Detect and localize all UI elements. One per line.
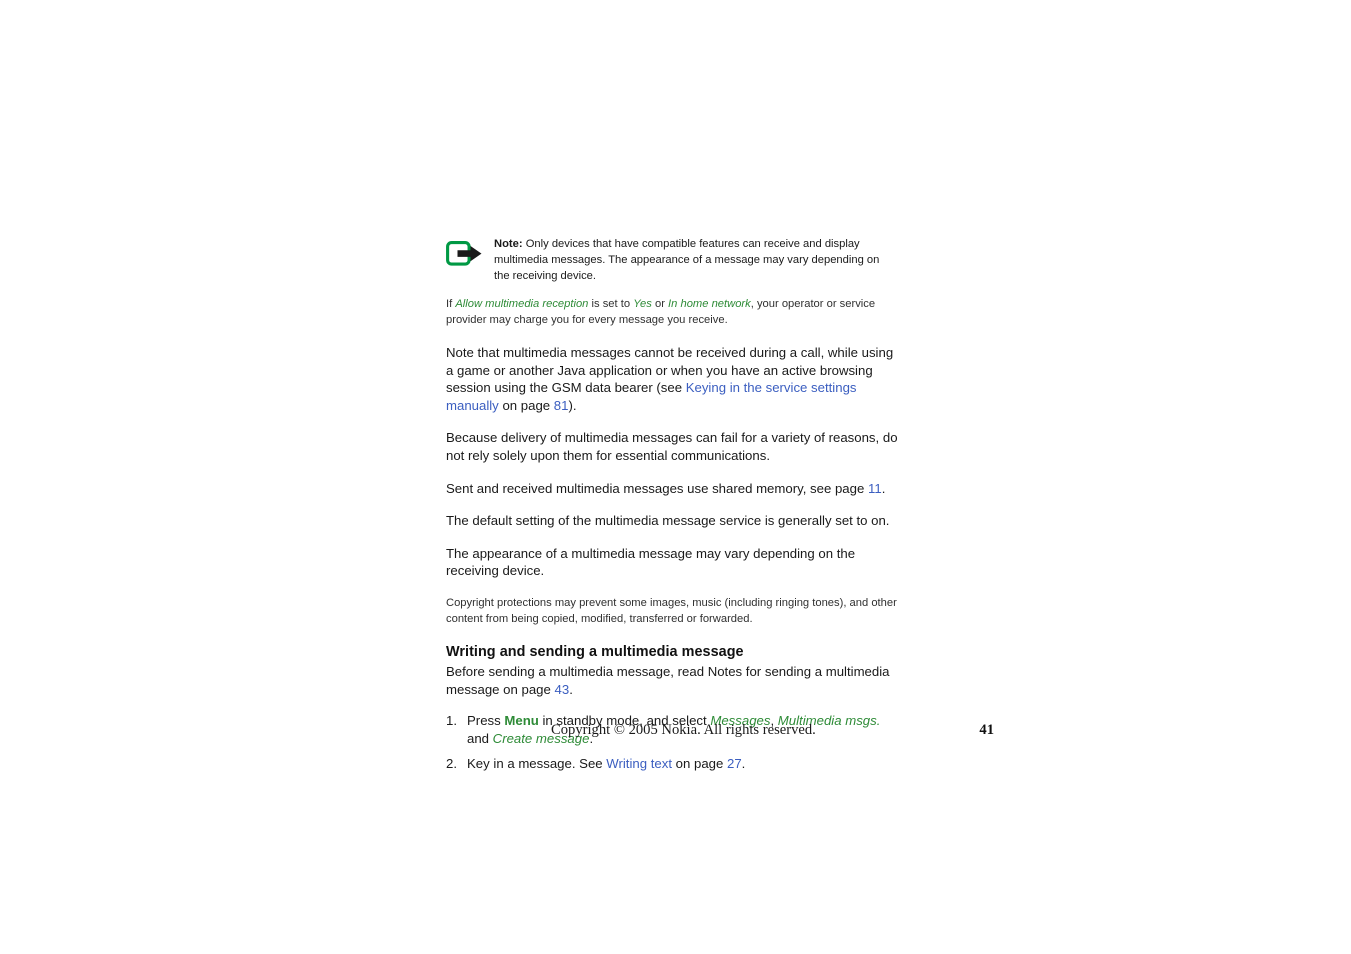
document-page: Note: Only devices that have compatible …	[0, 0, 1351, 954]
page-ref-43[interactable]: 43	[555, 682, 570, 697]
list-item: 2. Key in a message. See Writing text on …	[446, 755, 898, 774]
paragraph-reception: If Allow multimedia reception is set to …	[446, 296, 898, 328]
step-number: 2.	[446, 755, 457, 771]
shared-memory-lead: Sent and received multimedia messages us…	[446, 480, 868, 496]
page-ref-11[interactable]: 11	[868, 481, 882, 496]
paragraph-appearance: The appearance of a multimedia message m…	[446, 545, 856, 579]
paragraph-default-setting: The default setting of the multimedia me…	[446, 513, 890, 529]
page-content: Note: Only devices that have compatible …	[446, 236, 898, 779]
note-text: Note: Only devices that have compatible …	[494, 236, 898, 285]
steps-list: 1. Press Menu in standby mode, and select…	[446, 712, 898, 774]
shared-memory-tail: .	[881, 480, 886, 496]
paragraph-shared-memory: Sent and received multimedia messages us…	[446, 480, 898, 498]
footer-page-number: 41	[979, 722, 994, 738]
page-footer: Copyright © 2005 Nokia. All rights reser…	[446, 722, 994, 742]
setting-value-in-home-network: In home network	[668, 297, 751, 310]
reception-mid2: or	[651, 297, 669, 310]
cannot-receive-mid: on page	[498, 397, 554, 413]
cannot-receive-tail: ).	[568, 397, 577, 413]
page-ref-27[interactable]: 27	[727, 756, 742, 771]
setting-value-yes: Yes	[633, 297, 652, 310]
link-writing-text[interactable]: Writing text	[606, 756, 672, 771]
paragraph-section-intro: Before sending a multimedia message, rea…	[446, 663, 898, 698]
paragraph-delivery: Because delivery of multimedia messages …	[446, 430, 898, 463]
footer-copyright: Copyright © 2005 Nokia. All rights reser…	[551, 722, 816, 738]
step2-tail: .	[741, 755, 746, 771]
paragraph-copyright-protection: Copyright protections may prevent some i…	[446, 596, 897, 626]
step2-lead: Key in a message. See	[467, 755, 607, 771]
paragraph-cannot-receive: Note that multimedia messages cannot be …	[446, 344, 898, 414]
page-ref-81[interactable]: 81	[554, 398, 569, 413]
setting-allow-multimedia-reception: Allow multimedia reception	[455, 297, 589, 310]
section-intro-tail: .	[569, 681, 573, 697]
note-arrow-icon	[446, 241, 488, 271]
step2-mid: on page	[672, 755, 727, 771]
section-intro-lead: Before sending a multimedia message, rea…	[446, 664, 890, 697]
reception-mid1: is set to	[588, 297, 634, 310]
reception-lead: If	[446, 297, 456, 310]
section-heading-writing-sending: Writing and sending a multimedia message	[446, 644, 744, 661]
note-body: Only devices that have compatible featur…	[494, 238, 880, 283]
note-label: Note:	[494, 238, 523, 250]
note-callout: Note: Only devices that have compatible …	[446, 236, 898, 285]
